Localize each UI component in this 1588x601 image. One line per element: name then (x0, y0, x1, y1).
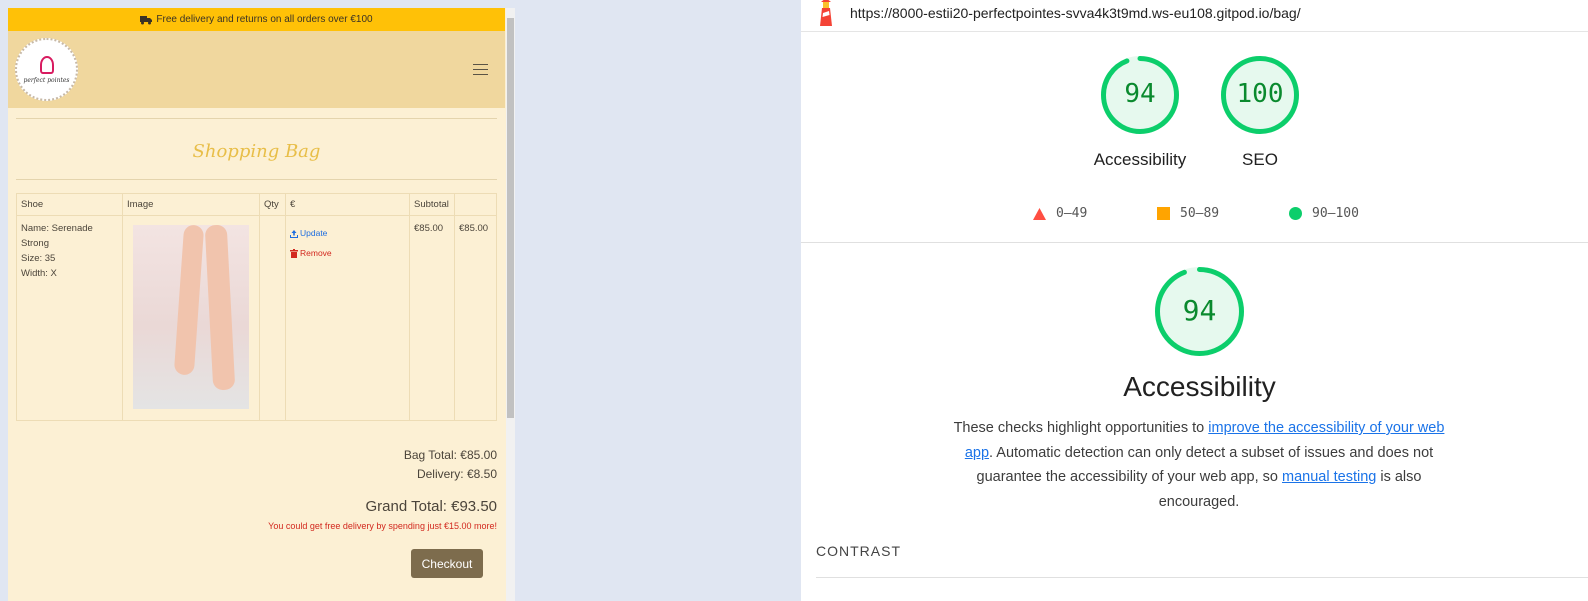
legend-pass: 90–100 (1289, 206, 1359, 221)
category-title: Accessibility (1123, 371, 1276, 402)
section-divider (816, 577, 1588, 578)
update-label: Update (300, 228, 328, 238)
promo-banner: Free delivery and returns on all orders … (8, 8, 505, 31)
gauge-score: 100 (1236, 79, 1284, 109)
page-title: Shopping Bag (192, 141, 321, 162)
free-delivery-note: You could get free delivery by spending … (268, 521, 497, 531)
description-text: These checks highlight opportunities to (953, 420, 1209, 436)
pointe-shoe-image (133, 224, 249, 409)
qty-cell (259, 215, 286, 421)
shop-page: Free delivery and returns on all orders … (8, 8, 515, 601)
category-description: These checks highlight opportunities to … (951, 416, 1447, 514)
shoe-name: Name: Serenade Strong (21, 223, 93, 249)
accessibility-score-gauge[interactable]: 94 Accessibility (1094, 55, 1186, 169)
legend-fail: 0–49 (1033, 206, 1087, 221)
menu-toggle-button[interactable] (473, 64, 488, 76)
lighthouse-report: https://8000-estii20-perfectpointes-svva… (801, 0, 1588, 601)
contrast-section-heading[interactable]: CONTRAST (816, 543, 901, 559)
column-header-shoe: Shoe (16, 193, 123, 216)
scrollbar-thumb[interactable] (507, 18, 514, 418)
legend-label: 90–100 (1312, 206, 1359, 221)
gauge-label: SEO (1242, 150, 1278, 169)
column-header-empty (454, 193, 497, 216)
divider (16, 118, 497, 119)
logo-text: perfect pointes (23, 76, 70, 84)
leg-shape (173, 224, 205, 376)
checkout-button[interactable]: Checkout (411, 549, 483, 578)
menu-icon-line (473, 74, 488, 75)
legend-average: 50–89 (1157, 206, 1219, 221)
divider (16, 179, 497, 180)
site-header: perfect pointes (8, 31, 505, 108)
grand-total: Grand Total: €93.50 (365, 498, 497, 515)
section-divider (801, 242, 1588, 243)
square-icon (1157, 207, 1170, 220)
manual-testing-link[interactable]: manual testing (1282, 469, 1376, 485)
seo-score-gauge[interactable]: 100 SEO (1220, 55, 1300, 169)
site-logo[interactable]: perfect pointes (15, 38, 78, 101)
actions-cell: Update Remove (285, 215, 410, 421)
update-link[interactable]: Update (290, 226, 405, 241)
column-header-subtotal: Subtotal (409, 193, 455, 216)
column-header-price: € (285, 193, 410, 216)
report-url-link[interactable]: https://8000-estii20-perfectpointes-svva… (850, 5, 1301, 21)
gauge-score: 94 (1182, 294, 1217, 327)
table-row: Name: Serenade Strong Size: 35 Width: X … (16, 215, 497, 421)
shoe-width: Width: X (21, 268, 57, 279)
column-header-image: Image (122, 193, 260, 216)
table-header-row: Shoe Image Qty € Subtotal (16, 193, 497, 216)
menu-icon-line (473, 69, 488, 70)
shoe-image-cell (122, 215, 260, 421)
subtotal-cell: €85.00 (454, 215, 497, 421)
delivery-cost: Delivery: €8.50 (416, 467, 497, 481)
leg-shape (204, 224, 236, 391)
price-cell: €85.00 (409, 215, 455, 421)
remove-label: Remove (300, 248, 332, 258)
shoe-details: Name: Serenade Strong Size: 35 Width: X (16, 215, 123, 421)
menu-icon-line (473, 64, 488, 65)
lighthouse-icon (820, 0, 832, 26)
column-header-qty: Qty (259, 193, 286, 216)
trash-icon (290, 249, 298, 258)
shoe-size: Size: 35 (21, 253, 56, 264)
circle-icon (1289, 207, 1302, 220)
bag-total: Bag Total: €85.00 (403, 448, 497, 462)
legend-label: 0–49 (1056, 206, 1088, 221)
remove-link[interactable]: Remove (290, 246, 405, 261)
category-score-gauge: 94 (1154, 266, 1245, 357)
gauge-score: 94 (1124, 79, 1156, 109)
truck-icon (140, 15, 153, 24)
legend-label: 50–89 (1180, 206, 1220, 221)
scrollbar[interactable] (506, 8, 515, 601)
upload-icon (290, 229, 298, 238)
ballet-shoe-logo-icon (39, 55, 54, 74)
promo-text: Free delivery and returns on all orders … (156, 14, 373, 25)
bag-table: Shoe Image Qty € Subtotal Name: Serenade… (16, 193, 497, 421)
triangle-icon (1033, 207, 1046, 220)
report-url-bar: https://8000-estii20-perfectpointes-svva… (801, 0, 1588, 32)
